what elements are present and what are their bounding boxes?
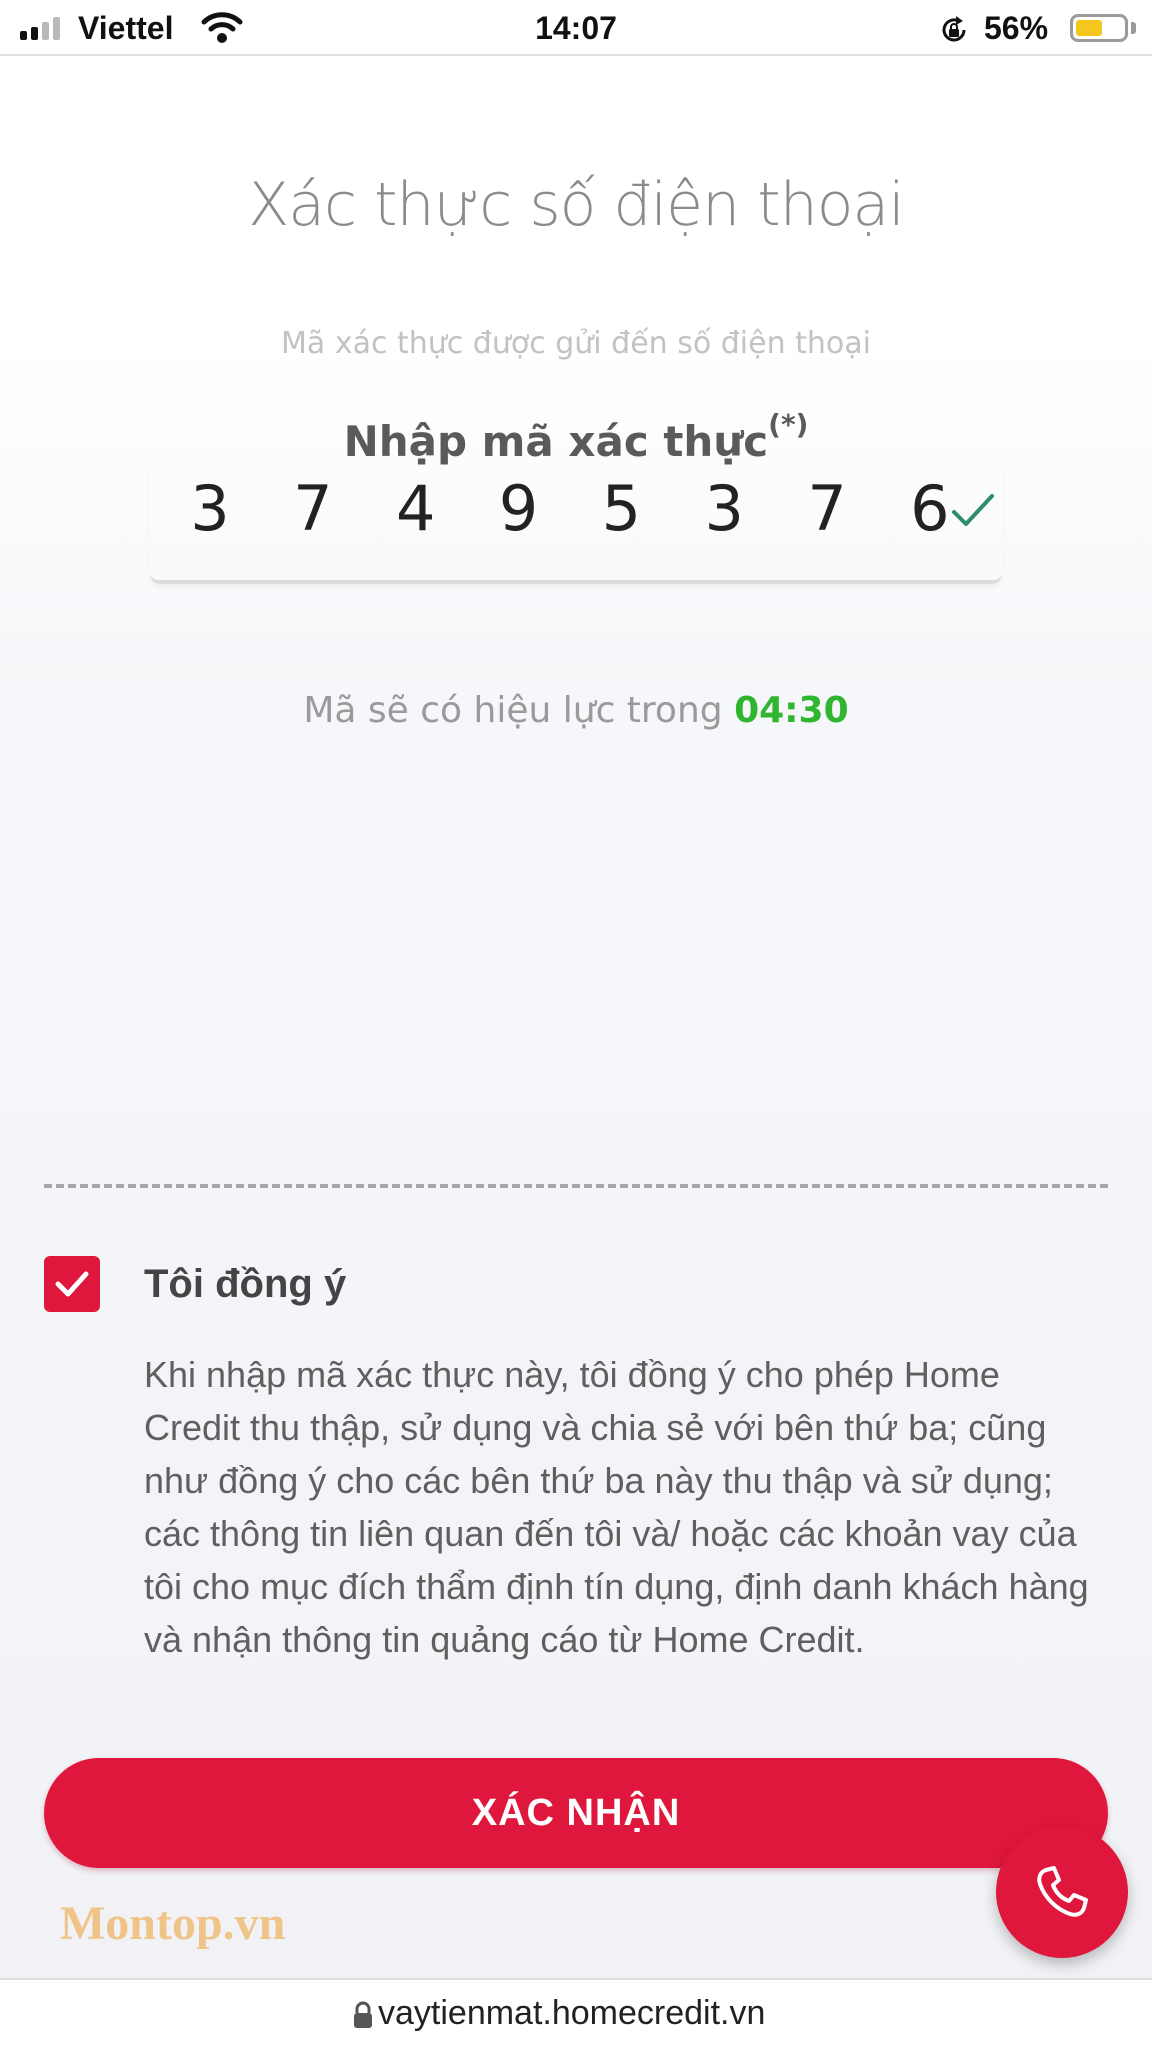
code-label-text: Nhập mã xác thực	[343, 417, 769, 466]
checkmark-icon	[55, 1271, 89, 1297]
code-digit: 5	[601, 472, 642, 545]
validity-text: Mã sẽ có hiệu lực trong	[303, 690, 735, 731]
battery-level-fill	[1076, 20, 1102, 36]
code-digit: 9	[498, 472, 539, 545]
code-digit: 3	[190, 472, 230, 545]
agree-checkbox[interactable]	[44, 1256, 100, 1312]
page-title: Xác thực số điện thoại	[248, 170, 905, 240]
watermark: Montop.vn	[60, 1897, 286, 1950]
code-validity: Mã sẽ có hiệu lực trong 04:30	[0, 690, 1152, 731]
required-marker: (*)	[768, 408, 809, 441]
check-icon	[952, 494, 994, 526]
code-digit: 7	[293, 472, 333, 545]
call-button[interactable]	[996, 1826, 1128, 1958]
agree-label[interactable]: Tôi đồng ý	[144, 1262, 346, 1307]
clock: 14:07	[535, 10, 617, 46]
confirm-button-label: XÁC NHẬN	[471, 1791, 681, 1834]
battery-nub	[1131, 22, 1136, 34]
consent-text: Khi nhập mã xác thực này, tôi đồng ý cho…	[144, 1354, 1089, 1660]
browser-url-bar[interactable]: vaytienmat.homecredit.vn	[0, 1978, 1152, 2048]
url-text: vaytienmat.homecredit.vn	[378, 1994, 766, 2032]
dashed-divider	[44, 1184, 1108, 1188]
code-digit: 7	[807, 472, 847, 545]
code-digits: 3 7 4 9 5 3 7 6	[180, 472, 960, 545]
page-subtitle: Mã xác thực được gửi đến số điện thoại	[281, 326, 871, 361]
countdown-timer: 04:30	[734, 690, 849, 731]
code-digit: 4	[395, 472, 436, 545]
battery-percentage: 56%	[984, 10, 1049, 46]
code-digit: 3	[704, 472, 744, 545]
battery-icon	[1070, 14, 1128, 42]
lock-icon	[354, 2001, 372, 2028]
status-bar: Viettel 14:07 56%	[0, 0, 1152, 56]
code-label: Nhập mã xác thực(*)	[0, 408, 1152, 466]
rotation-lock-icon	[942, 16, 966, 42]
confirm-button[interactable]: XÁC NHẬN	[44, 1758, 1108, 1868]
verification-code-input[interactable]: 3 7 4 9 5 3 7 6	[150, 460, 1002, 584]
phone-icon	[1037, 1866, 1088, 1917]
